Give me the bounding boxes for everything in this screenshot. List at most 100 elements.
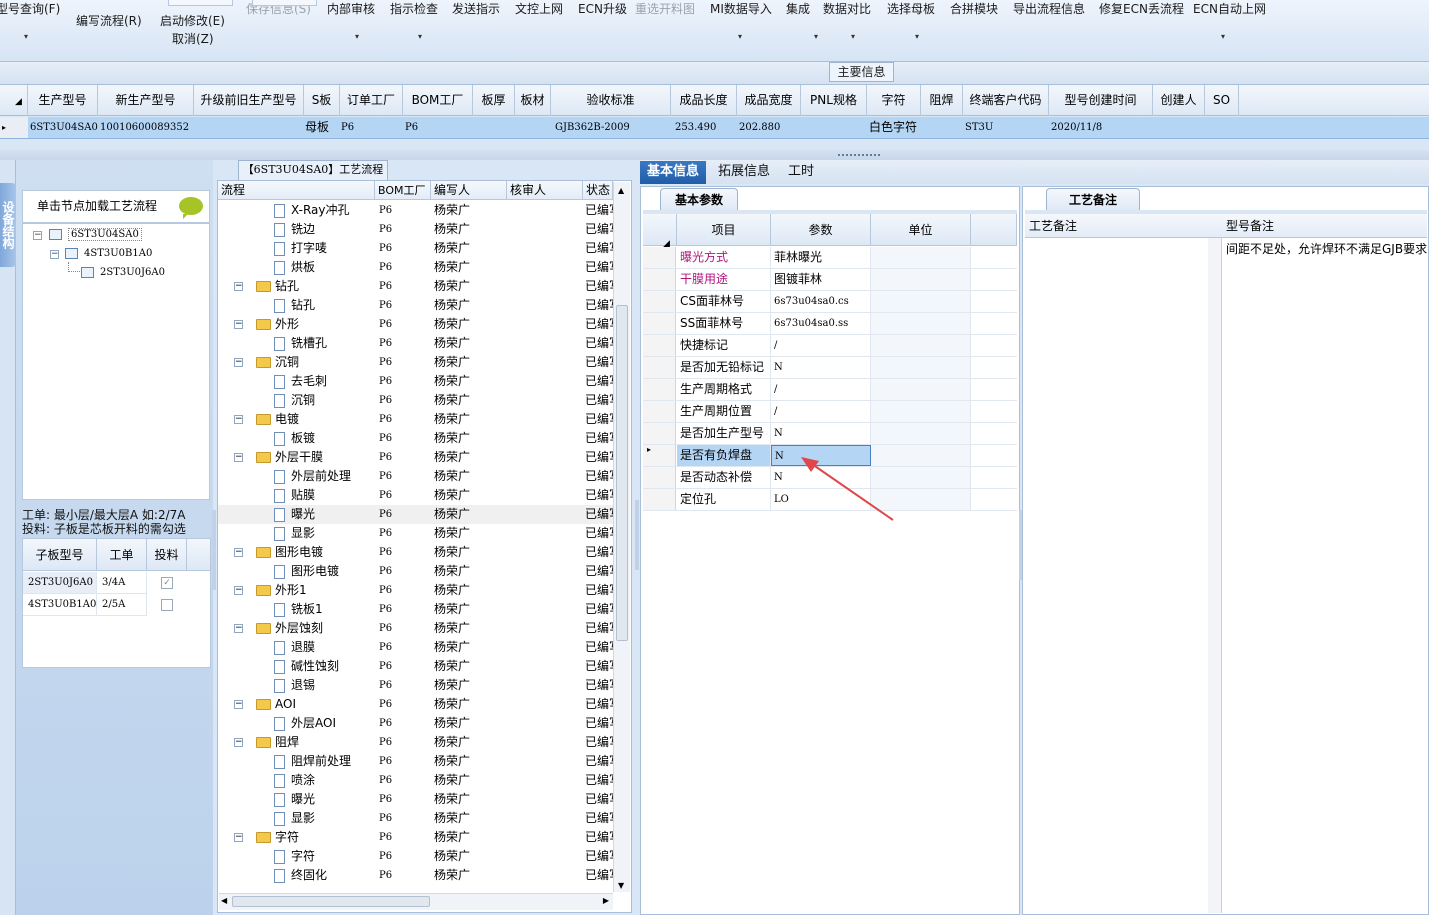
col-param[interactable]: 参数 — [771, 214, 871, 246]
main-info-col[interactable]: 型号创建时间 — [1049, 85, 1153, 116]
toolbar-button[interactable]: ECN升级 — [578, 0, 627, 17]
row-selector[interactable] — [643, 357, 676, 378]
toolbar-button[interactable]: 发送指示 — [452, 0, 500, 17]
process-row[interactable]: − 外层干膜 P6 杨荣广 已编写 — [218, 448, 614, 467]
dropdown-arrow-icon[interactable]: ▾ — [1221, 32, 1225, 41]
process-row[interactable]: 曝光 P6 杨荣广 已编写 — [218, 790, 614, 809]
process-row[interactable]: 钻孔 P6 杨荣广 已编写 — [218, 296, 614, 315]
process-row[interactable]: − 外层蚀刻 P6 杨荣广 已编写 — [218, 619, 614, 638]
process-flow-tab[interactable]: 【6ST3U04SA0】工艺流程 — [238, 160, 388, 180]
param-row[interactable]: 生产周期位置 / — [643, 401, 1017, 423]
structure-tree[interactable]: − 6ST3U04SA0 − 4ST3U0B1A0 2ST3U0J6A0 — [22, 223, 210, 500]
row-selector[interactable] — [643, 379, 676, 400]
collapse-icon[interactable]: − — [234, 624, 243, 633]
param-unit[interactable] — [871, 423, 971, 444]
col-flow[interactable]: 流程 — [218, 181, 375, 200]
toolbar-button[interactable]: 内部审核 ▾ — [327, 0, 375, 41]
main-info-cell[interactable] — [196, 117, 306, 138]
main-info-col[interactable]: 成品长度 — [671, 85, 737, 116]
toolbar-button[interactable]: 重选开料图 — [635, 0, 695, 17]
param-row[interactable]: 快捷标记 / — [643, 335, 1017, 357]
toolbar-button[interactable]: 文控上网 — [515, 0, 563, 17]
process-row[interactable]: 打字唛 P6 杨荣广 已编写 — [218, 239, 614, 258]
tree-node-root[interactable]: 6ST3U04SA0 — [49, 226, 142, 243]
main-info-cell[interactable] — [803, 117, 869, 138]
process-row[interactable]: − 字符 P6 杨荣广 已编写 — [218, 828, 614, 847]
collapse-icon[interactable]: − — [234, 833, 243, 842]
collapse-icon[interactable]: − — [234, 700, 243, 709]
param-unit[interactable] — [871, 247, 971, 268]
main-info-col[interactable]: 订单工厂 — [340, 85, 403, 116]
feed-checkbox[interactable] — [161, 599, 173, 611]
process-row[interactable]: 退膜 P6 杨荣广 已编写 — [218, 638, 614, 657]
hscroll-thumb[interactable] — [232, 896, 430, 907]
process-row[interactable]: 铣槽孔 P6 杨荣广 已编写 — [218, 334, 614, 353]
param-row[interactable]: 生产周期格式 / — [643, 379, 1017, 401]
row-selector[interactable] — [643, 467, 676, 488]
toolbar-sub-label[interactable]: 取消(Z) — [172, 30, 214, 47]
row-selector[interactable] — [643, 269, 676, 290]
col-process-remark[interactable]: 工艺备注 — [1025, 214, 1222, 238]
process-row[interactable]: 碱性蚀刻 P6 杨荣广 已编写 — [218, 657, 614, 676]
process-row[interactable]: − 沉铜 P6 杨荣广 已编写 — [218, 353, 614, 372]
toolbar-button[interactable]: 数据对比 ▾ — [823, 0, 871, 41]
remark-scrollbar[interactable] — [1208, 238, 1222, 913]
param-row[interactable]: 是否加生产型号 N — [643, 423, 1017, 445]
tab-basic-params[interactable]: 基本参数 — [660, 188, 739, 210]
tab-work-hours[interactable]: 工时 — [781, 161, 821, 184]
main-info-cell[interactable]: P6 — [405, 117, 475, 138]
toolbar-button[interactable]: 启动修改(E) 取消(Z) — [160, 12, 225, 46]
main-info-col[interactable]: 终端客户代码 — [963, 85, 1049, 116]
param-value[interactable]: N — [771, 357, 871, 378]
toolbar-button[interactable]: 集成 ▾ — [786, 0, 818, 41]
main-info-cell[interactable]: 6ST3U04SA0 — [30, 117, 100, 138]
panel-grip[interactable] — [635, 500, 639, 570]
main-info-cell[interactable]: 253.490 — [675, 117, 741, 138]
param-value[interactable]: N — [771, 423, 871, 444]
row-selector[interactable] — [643, 423, 676, 444]
scroll-down-icon[interactable]: ▼ — [618, 881, 624, 890]
collapse-icon[interactable]: − — [234, 738, 243, 747]
param-row[interactable]: SS面菲林号 6s73u04sa0.ss — [643, 313, 1017, 335]
toolbar-button[interactable]: 合拼模块 — [950, 0, 998, 17]
sub-order-cell[interactable]: 3/4A — [97, 572, 147, 594]
col-writer[interactable]: 编写人 — [431, 181, 507, 200]
row-selector[interactable] — [643, 335, 676, 356]
tab-basic-info[interactable]: 基本信息 — [640, 161, 707, 184]
main-info-col[interactable]: 升级前旧生产型号 — [194, 85, 304, 116]
col-status[interactable]: 状态 — [583, 181, 613, 200]
collapse-icon[interactable]: − — [234, 320, 243, 329]
dropdown-arrow-icon[interactable]: ▾ — [851, 32, 855, 41]
process-row[interactable]: 板镀 P6 杨荣广 已编写 — [218, 429, 614, 448]
model-remark-text[interactable]: 间距不足处，允许焊环不满足GJB要求 — [1226, 240, 1427, 257]
process-row[interactable]: 退锡 P6 杨荣广 已编写 — [218, 676, 614, 695]
col-model-remark[interactable]: 型号备注 — [1222, 214, 1427, 238]
toolbar-button[interactable]: 编写流程(R) — [76, 12, 142, 29]
collapse-icon[interactable]: − — [234, 453, 243, 462]
col-order[interactable]: 工单 — [97, 539, 147, 571]
param-value[interactable]: / — [771, 335, 871, 356]
main-info-col[interactable]: 创建人 — [1153, 85, 1205, 116]
main-info-cell[interactable]: 母板 — [305, 117, 341, 138]
param-value[interactable]: / — [771, 401, 871, 422]
param-value[interactable]: 6s73u04sa0.cs — [771, 291, 871, 312]
process-row[interactable]: 外层前处理 P6 杨荣广 已编写 — [218, 467, 614, 486]
process-row[interactable]: − 图形电镀 P6 杨荣广 已编写 — [218, 543, 614, 562]
collapse-icon[interactable]: − — [234, 358, 243, 367]
scroll-thumb[interactable] — [616, 305, 628, 641]
main-info-cell[interactable]: 白色字符 — [869, 117, 923, 138]
param-value[interactable]: / — [771, 379, 871, 400]
param-value[interactable]: 6s73u04sa0.ss — [771, 313, 871, 334]
param-row[interactable]: 曝光方式 菲林曝光 — [643, 247, 1017, 269]
main-info-col[interactable]: 生产型号 — [28, 85, 98, 116]
process-row[interactable]: 曝光 P6 杨荣广 已编写 — [218, 505, 614, 524]
param-row[interactable]: CS面菲林号 6s73u04sa0.cs — [643, 291, 1017, 313]
toolbar-button[interactable]: 修复ECN丢流程 — [1099, 0, 1184, 17]
main-info-cell[interactable]: 10010600089352 — [100, 117, 196, 138]
scroll-left-icon[interactable]: ◀ — [221, 896, 227, 905]
dropdown-arrow-icon[interactable]: ▾ — [915, 32, 919, 41]
scroll-right-icon[interactable]: ▶ — [603, 896, 609, 905]
dropdown-arrow-icon[interactable]: ▾ — [738, 32, 742, 41]
process-row[interactable]: − AOI P6 杨荣广 已编写 — [218, 695, 614, 714]
tree-node-child[interactable]: 4ST3U0B1A0 — [65, 245, 152, 262]
